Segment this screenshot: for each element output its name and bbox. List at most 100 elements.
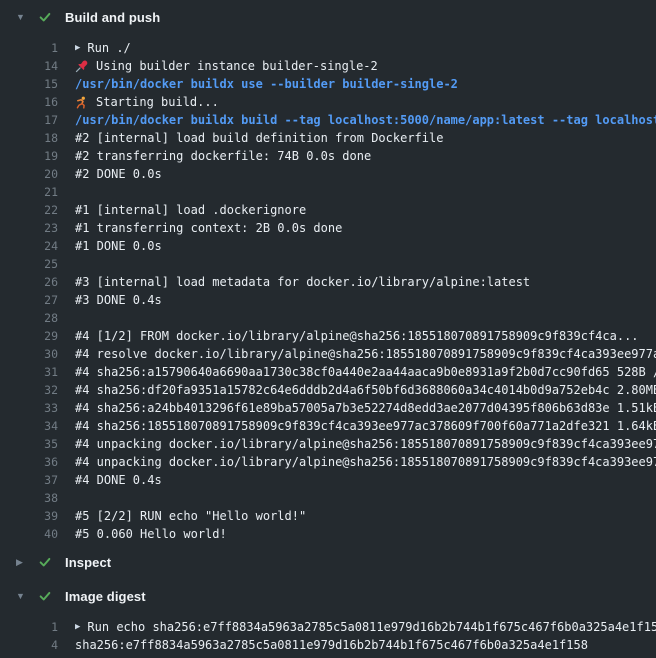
line-number[interactable]: 37: [0, 473, 58, 487]
log-line: 38: [0, 489, 656, 507]
line-content: #1 [internal] load .dockerignore: [75, 203, 656, 217]
log-line: 37 #4 DONE 0.4s: [0, 471, 656, 489]
log-line: 26 #3 [internal] load metadata for docke…: [0, 273, 656, 291]
section-title: Image digest: [65, 589, 146, 604]
log-line: 32 #4 sha256:df20fa9351a15782c64e6dddb2d…: [0, 381, 656, 399]
log-line: 31 #4 sha256:a15790640a6690aa1730c38cf0a…: [0, 363, 656, 381]
line-number[interactable]: 1: [0, 620, 58, 634]
line-number[interactable]: 34: [0, 419, 58, 433]
line-number[interactable]: 27: [0, 293, 58, 307]
line-number[interactable]: 4: [0, 638, 58, 652]
line-number[interactable]: 25: [0, 257, 58, 271]
expand-group-icon[interactable]: ▶: [75, 623, 80, 632]
section-title: Inspect: [65, 555, 111, 570]
line-number[interactable]: 28: [0, 311, 58, 325]
line-content: /usr/bin/docker buildx build --tag local…: [75, 113, 656, 127]
line-text: /usr/bin/docker buildx use --builder bui…: [75, 77, 458, 91]
line-text: #4 resolve docker.io/library/alpine@sha2…: [75, 347, 656, 361]
log-line: 1 ▶ Run echo sha256:e7ff8834a5963a2785c5…: [0, 618, 656, 636]
expand-group-icon[interactable]: ▶: [75, 44, 80, 53]
line-number[interactable]: 18: [0, 131, 58, 145]
line-content: #2 DONE 0.0s: [75, 167, 656, 181]
section-header[interactable]: ▼ Build and push: [0, 0, 656, 34]
log-section-inspect: ▶ Inspect: [0, 545, 656, 579]
line-text: #4 sha256:185518070891758909c9f839cf4ca3…: [75, 419, 656, 433]
line-number[interactable]: 15: [0, 77, 58, 91]
line-text: #4 unpacking docker.io/library/alpine@sh…: [75, 455, 656, 469]
chevron-down-icon: ▼: [16, 592, 28, 601]
line-text: Run echo sha256:e7ff8834a5963a2785c5a081…: [87, 620, 656, 634]
section-header[interactable]: ▼ Image digest: [0, 579, 656, 613]
line-number[interactable]: 31: [0, 365, 58, 379]
line-text: #2 [internal] load build definition from…: [75, 131, 443, 145]
line-text: Using builder instance builder-single-2: [96, 59, 378, 73]
log-line: 25: [0, 255, 656, 273]
line-number[interactable]: 36: [0, 455, 58, 469]
line-number[interactable]: 17: [0, 113, 58, 127]
line-number[interactable]: 21: [0, 185, 58, 199]
line-number[interactable]: 38: [0, 491, 58, 505]
line-text: #4 unpacking docker.io/library/alpine@sh…: [75, 437, 656, 451]
line-content: sha256:e7ff8834a5963a2785c5a0811e979d16b…: [75, 638, 656, 652]
line-number[interactable]: 1: [0, 41, 58, 55]
log-line: 39 #5 [2/2] RUN echo "Hello world!": [0, 507, 656, 525]
line-number[interactable]: 30: [0, 347, 58, 361]
log-section-build-and-push: ▼ Build and push 1 ▶ Run ./ 14: [0, 0, 656, 545]
line-number[interactable]: 39: [0, 509, 58, 523]
line-text: #4 DONE 0.4s: [75, 473, 162, 487]
line-number[interactable]: 40: [0, 527, 58, 541]
log-line: 4 sha256:e7ff8834a5963a2785c5a0811e979d1…: [0, 636, 656, 654]
log-line: 40 #5 0.060 Hello world!: [0, 525, 656, 543]
line-text: #4 sha256:a15790640a6690aa1730c38cf0a440…: [75, 365, 656, 379]
line-number[interactable]: 20: [0, 167, 58, 181]
log-line: 30 #4 resolve docker.io/library/alpine@s…: [0, 345, 656, 363]
pushpin-icon: [75, 60, 88, 73]
line-text: #1 transferring context: 2B 0.0s done: [75, 221, 342, 235]
log-line: 1 ▶ Run ./: [0, 39, 656, 57]
line-content: #4 unpacking docker.io/library/alpine@sh…: [75, 437, 656, 451]
line-content: #2 transferring dockerfile: 74B 0.0s don…: [75, 149, 656, 163]
line-content: #4 sha256:a15790640a6690aa1730c38cf0a440…: [75, 365, 656, 379]
line-text: #3 DONE 0.4s: [75, 293, 162, 307]
line-text: #4 [1/2] FROM docker.io/library/alpine@s…: [75, 329, 639, 343]
line-text: #1 [internal] load .dockerignore: [75, 203, 306, 217]
line-content: #2 [internal] load build definition from…: [75, 131, 656, 145]
section-header[interactable]: ▶ Inspect: [0, 545, 656, 579]
line-text: Starting build...: [96, 95, 219, 109]
line-number[interactable]: 14: [0, 59, 58, 73]
line-number[interactable]: 24: [0, 239, 58, 253]
line-number[interactable]: 26: [0, 275, 58, 289]
log-line: 33 #4 sha256:a24bb4013296f61e89ba57005a7…: [0, 399, 656, 417]
section-body: 1 ▶ Run echo sha256:e7ff8834a5963a2785c5…: [0, 613, 656, 656]
line-content: Starting build...: [75, 95, 656, 109]
line-number[interactable]: 23: [0, 221, 58, 235]
workflow-log: ▼ Build and push 1 ▶ Run ./ 14: [0, 0, 656, 658]
log-line: 22 #1 [internal] load .dockerignore: [0, 201, 656, 219]
line-content: #5 [2/2] RUN echo "Hello world!": [75, 509, 656, 523]
line-text: #2 DONE 0.0s: [75, 167, 162, 181]
line-number[interactable]: 22: [0, 203, 58, 217]
log-line: 28: [0, 309, 656, 327]
log-line: 27 #3 DONE 0.4s: [0, 291, 656, 309]
log-line: 23 #1 transferring context: 2B 0.0s done: [0, 219, 656, 237]
line-number[interactable]: 29: [0, 329, 58, 343]
log-line: 17 /usr/bin/docker buildx build --tag lo…: [0, 111, 656, 129]
line-text: #2 transferring dockerfile: 74B 0.0s don…: [75, 149, 371, 163]
log-line: 34 #4 sha256:185518070891758909c9f839cf4…: [0, 417, 656, 435]
line-number[interactable]: 33: [0, 401, 58, 415]
log-line: 15 /usr/bin/docker buildx use --builder …: [0, 75, 656, 93]
line-number[interactable]: 35: [0, 437, 58, 451]
line-text: Run ./: [87, 41, 130, 55]
line-content: #4 sha256:185518070891758909c9f839cf4ca3…: [75, 419, 656, 433]
line-number[interactable]: 32: [0, 383, 58, 397]
success-check-icon: [38, 555, 52, 569]
line-text: #4 sha256:a24bb4013296f61e89ba57005a7b3e…: [75, 401, 656, 415]
line-content: Using builder instance builder-single-2: [75, 59, 656, 73]
success-check-icon: [38, 10, 52, 24]
line-text: #3 [internal] load metadata for docker.i…: [75, 275, 530, 289]
line-text: #4 sha256:df20fa9351a15782c64e6dddb2d4a6…: [75, 383, 656, 397]
runner-icon: [75, 96, 88, 109]
line-content: #4 unpacking docker.io/library/alpine@sh…: [75, 455, 656, 469]
line-number[interactable]: 16: [0, 95, 58, 109]
line-number[interactable]: 19: [0, 149, 58, 163]
